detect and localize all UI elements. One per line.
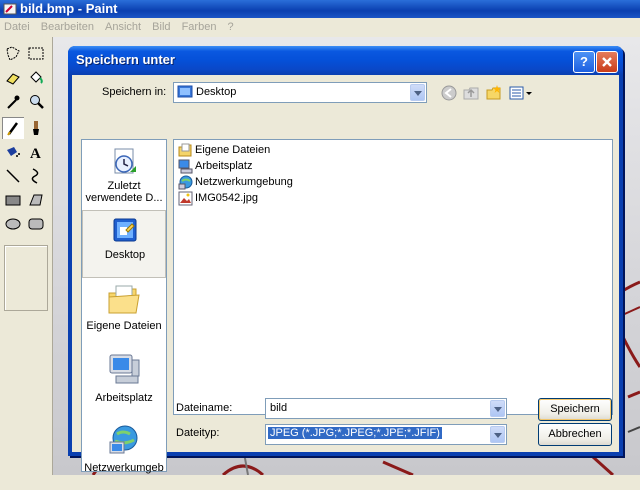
picker-icon[interactable] (2, 91, 24, 113)
save-in-dropdown[interactable]: Desktop (173, 82, 427, 103)
place-my-computer-label: Arbeitsplatz (95, 392, 153, 404)
folder-icon (178, 143, 192, 157)
menu-bild[interactable]: Bild (152, 21, 170, 33)
save-button[interactable]: Speichern (538, 398, 612, 421)
close-button[interactable] (596, 51, 618, 73)
save-as-dialog: Speichern unter ? Speichern in: Desktop (68, 46, 623, 474)
filetype-value: JPEG (*.JPG;*.JPEG;*.JPE;*.JFIF) (268, 427, 442, 439)
file-name: Netzwerkumgebung (195, 176, 293, 188)
filetype-dropdown[interactable]: JPEG (*.JPG;*.JPEG;*.JPE;*.JFIF) (265, 424, 507, 445)
paint-title-bar[interactable]: bild.bmp - Paint (0, 0, 640, 18)
rectangle-icon[interactable] (2, 189, 24, 211)
filename-label: Dateiname: (176, 402, 233, 414)
rounded-rect-icon[interactable] (25, 213, 47, 235)
file-name: Eigene Dateien (195, 144, 271, 156)
place-network[interactable]: Netzwerkumgeb (82, 422, 166, 490)
place-my-documents-label: Eigene Dateien (86, 320, 162, 332)
svg-text:A: A (30, 146, 41, 162)
place-recent-label: Zuletzt verwendete D... (85, 180, 163, 204)
filename-value: bild (270, 402, 288, 414)
place-recent[interactable]: Zuletzt verwendete D... (82, 140, 166, 208)
new-folder-icon[interactable] (485, 84, 503, 102)
save-in-label: Speichern in: (102, 86, 167, 98)
dialog-title-bar[interactable]: Speichern unter ? (68, 46, 623, 75)
chevron-down-icon[interactable] (490, 426, 505, 443)
rect-select-icon[interactable] (25, 43, 47, 65)
back-icon[interactable] (440, 84, 458, 102)
network-icon (109, 425, 138, 454)
help-button[interactable]: ? (573, 51, 595, 73)
view-menu-icon[interactable] (508, 84, 534, 102)
my-documents-icon (108, 285, 140, 314)
dialog-title: Speichern unter (76, 52, 175, 67)
close-icon (602, 57, 612, 67)
chevron-down-icon[interactable] (490, 400, 505, 417)
magnifier-icon[interactable] (25, 91, 47, 113)
paint-menu-bar: Datei Bearbeiten Ansicht Bild Farben ? (0, 18, 640, 36)
text-icon[interactable]: A (25, 141, 47, 163)
desktop-small-icon (177, 85, 193, 98)
place-network-label: Netzwerkumgeb (84, 462, 164, 474)
line-icon[interactable] (2, 165, 24, 187)
menu-help[interactable]: ? (228, 21, 234, 33)
pencil-icon[interactable] (2, 117, 24, 139)
paint-title: bild.bmp - Paint (20, 1, 118, 16)
brush-icon[interactable] (25, 117, 47, 139)
save-in-value: Desktop (196, 86, 237, 98)
fill-icon[interactable] (25, 67, 47, 89)
file-list[interactable]: Eigene Dateien Arbeitsplatz Netzwerkumge… (173, 139, 613, 415)
cancel-button[interactable]: Abbrechen (538, 423, 612, 446)
up-folder-icon[interactable] (462, 84, 480, 102)
filetype-label: Dateityp: (176, 427, 220, 439)
eraser-icon[interactable] (2, 67, 24, 89)
desktop-icon (113, 218, 137, 242)
curve-icon[interactable] (25, 165, 47, 187)
file-name: Arbeitsplatz (195, 160, 253, 172)
place-my-documents[interactable]: Eigene Dateien (82, 280, 166, 348)
menu-ansicht[interactable]: Ansicht (105, 21, 141, 33)
menu-bearbeiten[interactable]: Bearbeiten (41, 21, 94, 33)
network-icon (178, 175, 193, 190)
places-bar: Zuletzt verwendete D... Desktop Eigene D… (81, 139, 167, 474)
menu-datei[interactable]: Datei (4, 21, 30, 33)
place-desktop-label: Desktop (104, 249, 146, 261)
paint-app-icon (3, 3, 17, 15)
polygon-icon[interactable] (25, 189, 47, 211)
place-my-computer[interactable]: Arbeitsplatz (82, 352, 166, 420)
dialog-body: Speichern in: Desktop Zuletzt verwendete… (72, 75, 619, 474)
place-desktop[interactable]: Desktop (82, 210, 166, 278)
ellipse-icon[interactable] (2, 213, 24, 235)
tool-options-box[interactable] (4, 245, 48, 311)
my-computer-icon (109, 354, 140, 384)
airbrush-icon[interactable] (2, 141, 24, 163)
filename-input[interactable]: bild (265, 398, 507, 419)
computer-icon (178, 159, 193, 174)
recent-icon (114, 148, 136, 174)
menu-farben[interactable]: Farben (182, 21, 217, 33)
chevron-down-icon[interactable] (410, 84, 425, 101)
file-name: IMG0542.jpg (195, 192, 258, 204)
paint-toolbox: A (0, 37, 53, 475)
free-select-icon[interactable] (2, 43, 24, 65)
image-icon (178, 191, 193, 206)
